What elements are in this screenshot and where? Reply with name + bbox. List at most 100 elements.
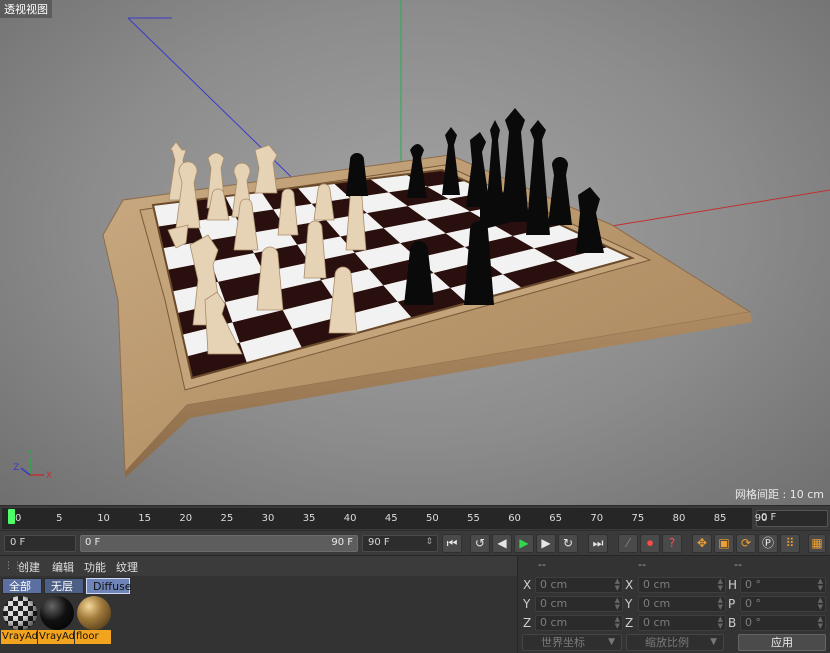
- timeline-tick-label: 20: [179, 513, 193, 524]
- spinner-icon: ▲ ▼: [614, 596, 620, 611]
- keyframe-disabled-button[interactable]: ⁄: [618, 534, 638, 553]
- size-y-field[interactable]: 0 cm ▲ ▼: [638, 596, 726, 612]
- grid-spacing-label: 网格间距 : 10 cm: [735, 488, 824, 501]
- axis-label: Z: [523, 616, 532, 630]
- material-swatch[interactable]: VrayAdv: [1, 596, 37, 646]
- field-value: 0 °: [745, 597, 761, 610]
- next-key-button[interactable]: ↻: [558, 534, 578, 553]
- x-axis-line: [599, 189, 830, 229]
- chevron-down-icon: ▼: [710, 637, 717, 647]
- chess-scene[interactable]: Y X Z: [0, 0, 830, 505]
- spinner-icon: ▲ ▼: [817, 577, 823, 592]
- material-manager: ⋮⋮⋮ 创建 编辑 功能 纹理 全部 无层 Diffuse VrayAdv Vr…: [0, 555, 517, 653]
- material-swatch[interactable]: floor: [75, 596, 111, 646]
- axis-label: B: [728, 616, 737, 630]
- viewport-title[interactable]: 透视视图: [0, 0, 52, 18]
- dropdown-value: 世界坐标: [541, 636, 585, 649]
- menu-edit[interactable]: 编辑: [52, 559, 74, 575]
- position-y-field[interactable]: 0 cm ▲ ▼: [535, 596, 623, 612]
- spinner-icon: ▲ ▼: [817, 596, 823, 611]
- prev-key-button[interactable]: ↺: [470, 534, 490, 553]
- auto-key-button[interactable]: ?: [662, 534, 682, 553]
- timeline-tick-label: 85: [713, 513, 727, 524]
- timeline-tick-label: 50: [426, 513, 439, 524]
- material-preview: [40, 596, 74, 630]
- field-value: 0 cm: [643, 597, 671, 610]
- prev-frame-button[interactable]: ◀: [492, 534, 512, 553]
- tab-no-layer[interactable]: 无层: [44, 578, 84, 594]
- max-frame-field[interactable]: 90 F ⇕: [362, 535, 438, 552]
- param-key-button[interactable]: Ⓟ: [758, 534, 778, 553]
- position-z-field[interactable]: 0 cm ▲ ▼: [535, 615, 623, 631]
- rotation-p-field[interactable]: 0 ° ▲ ▼: [740, 596, 826, 612]
- material-swatch[interactable]: VrayAdv: [38, 596, 74, 646]
- material-name: floor: [75, 630, 111, 644]
- loop-forward-icon: ↻: [562, 536, 574, 550]
- timeline-tick-label: 10: [97, 513, 110, 524]
- timeline-tick-label: 45: [384, 513, 398, 524]
- record-button[interactable]: ⏺: [640, 534, 660, 553]
- current-frame-field[interactable]: 0 F: [4, 535, 76, 552]
- go-to-end-button[interactable]: ⏭: [588, 534, 608, 553]
- timeline-tick-label: 5: [56, 513, 63, 524]
- axis-gizmo: Y X Z: [13, 449, 52, 481]
- rotate-key-button[interactable]: ⟳: [736, 534, 756, 553]
- timeline-ruler[interactable]: 0 F 0 5 10 15 20 25 30 35 40 45 50 55 60 65 70 75 80 85 90: [0, 505, 830, 530]
- spinner-icon: ▲ ▼: [717, 615, 723, 630]
- spinner-icon: ▲ ▼: [817, 615, 823, 630]
- play-button[interactable]: ▶: [514, 534, 534, 553]
- range-end-value: 90 F: [331, 537, 353, 548]
- frame-range-slider[interactable]: 0 F 90 F: [80, 535, 358, 552]
- pla-key-button[interactable]: ⠿: [780, 534, 800, 553]
- move-key-button[interactable]: ✥: [692, 534, 712, 553]
- help-icon: ?: [668, 536, 676, 550]
- go-to-start-button[interactable]: ⏮: [442, 534, 462, 553]
- timeline-tick-label: 70: [590, 513, 604, 524]
- rotation-h-field[interactable]: 0 ° ▲ ▼: [740, 577, 826, 593]
- field-value: 0 cm: [540, 578, 568, 591]
- size-z-field[interactable]: 0 cm ▲ ▼: [638, 615, 726, 631]
- range-start-value: 0 F: [85, 537, 101, 548]
- scale-key-button[interactable]: ▣: [714, 534, 734, 553]
- axis-label: H: [728, 578, 738, 592]
- grid-dots-icon: ⠿: [785, 536, 795, 550]
- gizmo-z-label: Z: [13, 463, 19, 473]
- next-frame-button[interactable]: ▶: [536, 534, 556, 553]
- coord-row-z: Z 0 cm ▲ ▼ Z 0 cm ▲ ▼ B 0 ° ▲ ▼: [518, 615, 830, 633]
- field-value: 0 cm: [540, 597, 568, 610]
- rotate-icon: ⟳: [740, 536, 752, 550]
- spinner-icon: ▲ ▼: [614, 615, 620, 630]
- menu-create[interactable]: 创建: [18, 559, 40, 575]
- tab-all[interactable]: 全部: [2, 578, 42, 594]
- coordinate-system-dropdown[interactable]: 世界坐标 ▼: [522, 634, 622, 651]
- loop-back-icon: ↺: [474, 536, 486, 550]
- timeline-tick-label: 15: [138, 513, 152, 524]
- material-preview: [77, 596, 111, 630]
- position-x-field[interactable]: 0 cm ▲ ▼: [535, 577, 623, 593]
- timeline-controls: 0 F 0 F 90 F 90 F ⇕ ⏮ ↺ ◀ ▶ ▶ ↻ ⏭ ⁄ ⏺ ? …: [0, 530, 830, 555]
- size-header: --: [638, 558, 646, 571]
- material-name: VrayAdv: [1, 630, 37, 644]
- current-frame-value: 0 F: [10, 537, 26, 548]
- size-x-field[interactable]: 0 cm ▲ ▼: [638, 577, 726, 593]
- spinner-icon: ⇕: [425, 537, 433, 547]
- rotation-header: --: [734, 558, 742, 571]
- material-name: VrayAdv: [38, 630, 74, 644]
- playhead[interactable]: [8, 509, 15, 524]
- timeline-tick-label: 40: [343, 513, 357, 524]
- perspective-viewport[interactable]: Y X Z 透视视图 网格间距 : 10 cm: [0, 0, 830, 505]
- menu-texture[interactable]: 纹理: [116, 559, 138, 575]
- scale-mode-dropdown[interactable]: 缩放比例 ▼: [626, 634, 724, 651]
- apply-button[interactable]: 应用: [738, 634, 826, 651]
- field-value: 0 °: [745, 578, 761, 591]
- slash-icon: ⁄: [626, 536, 629, 550]
- field-value: 0 °: [745, 616, 761, 629]
- menu-function[interactable]: 功能: [84, 559, 106, 575]
- record-icon: ⏺: [646, 536, 653, 550]
- film-icon: ▦: [811, 536, 823, 550]
- tab-diffuse[interactable]: Diffuse: [86, 578, 132, 594]
- timeline-tick-label: 65: [549, 513, 563, 524]
- rotation-b-field[interactable]: 0 ° ▲ ▼: [740, 615, 826, 631]
- timeline-menu-button[interactable]: ▦: [808, 534, 826, 553]
- coord-row-y: Y 0 cm ▲ ▼ Y 0 cm ▲ ▼ P 0 ° ▲ ▼: [518, 596, 830, 614]
